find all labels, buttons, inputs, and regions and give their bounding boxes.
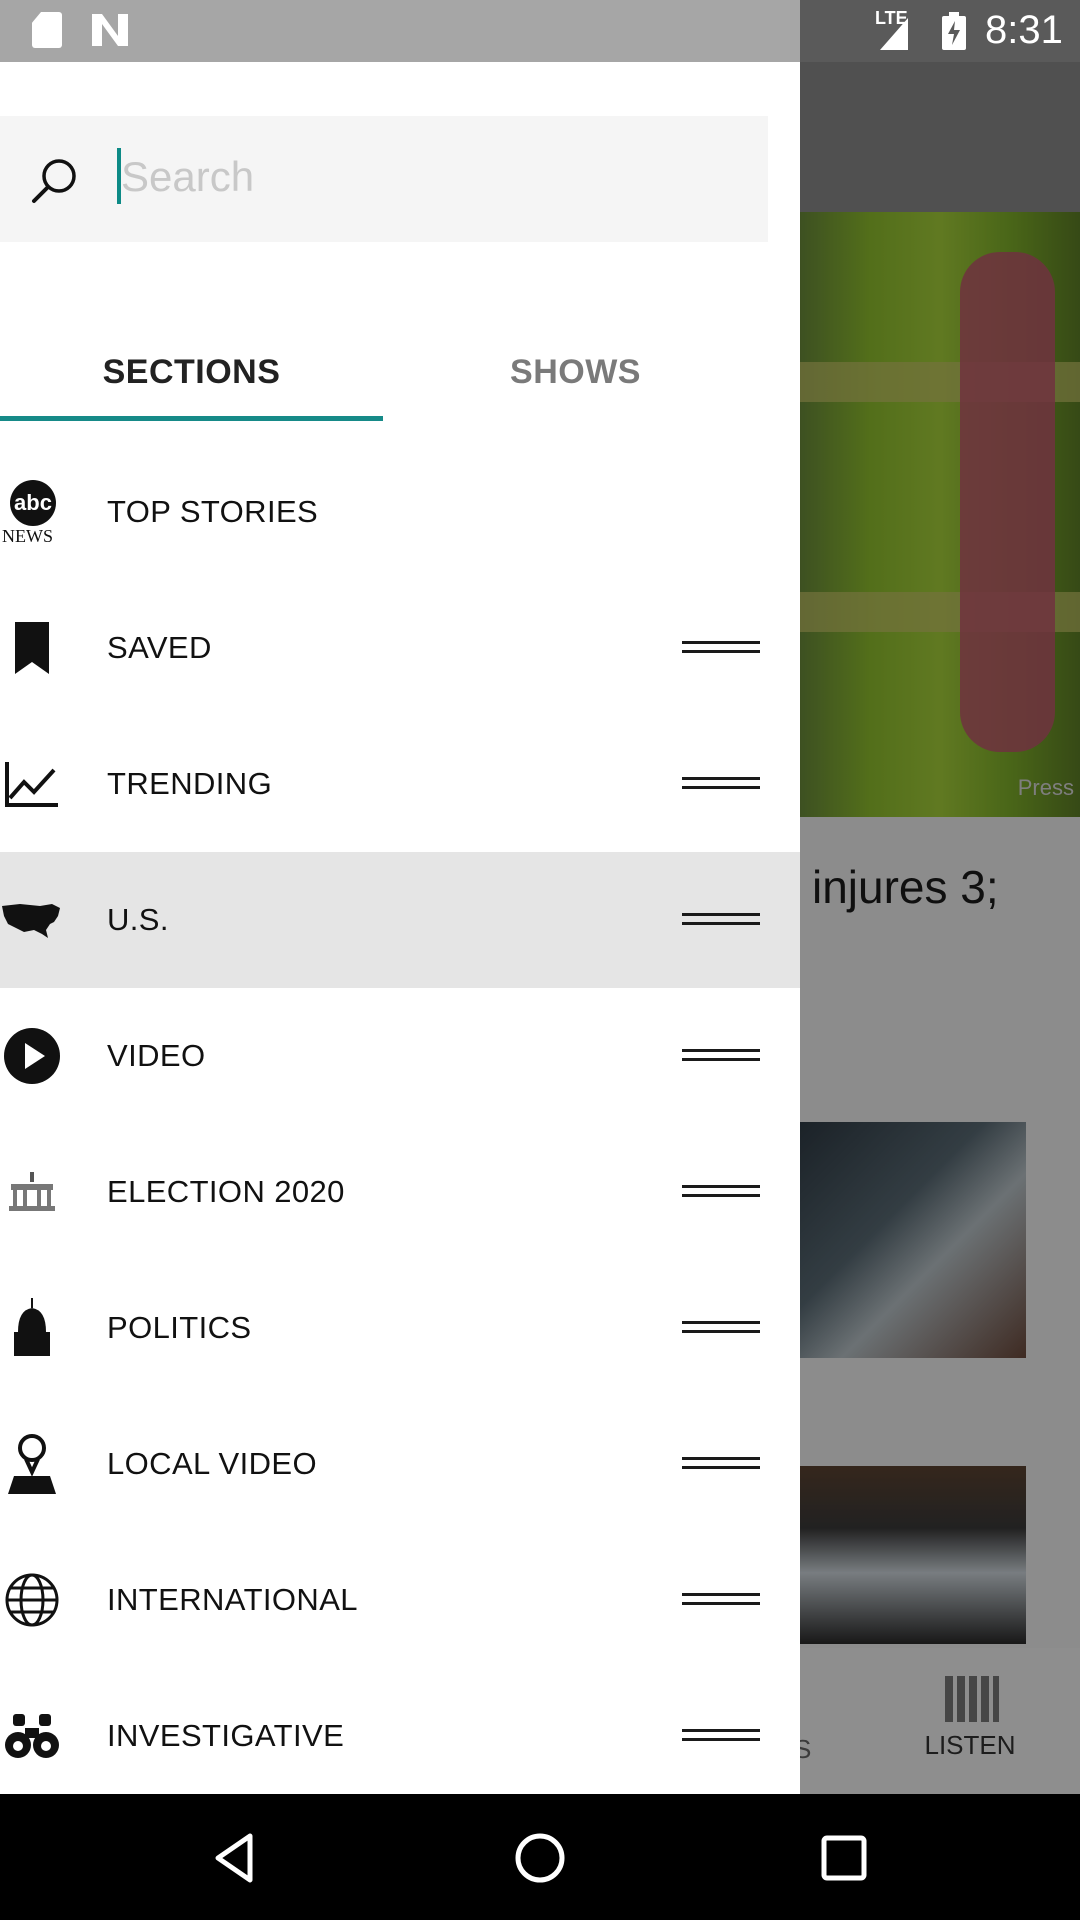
drawer-tabs: SECTIONS SHOWS	[0, 322, 768, 424]
n-notification-icon	[92, 14, 128, 46]
tab-sections[interactable]: SECTIONS	[0, 322, 383, 422]
section-item-us[interactable]: U.S.	[0, 852, 800, 988]
section-item-trending[interactable]: TRENDING	[0, 716, 800, 852]
abc-logo-word: NEWS	[2, 526, 53, 546]
status-bar: LTE 8:31	[0, 0, 1080, 62]
capitol-dome-icon	[0, 1294, 64, 1362]
navigation-drawer: SECTIONS SHOWS abc NEWS TOP STORIES SAVE…	[0, 62, 800, 1794]
section-item-video[interactable]: VIDEO	[0, 988, 800, 1124]
trending-chart-icon	[0, 750, 64, 818]
binoculars-icon	[0, 1702, 64, 1770]
section-label: POLITICS	[107, 1310, 252, 1345]
section-item-saved[interactable]: SAVED	[0, 580, 800, 716]
tab-shows[interactable]: SHOWS	[383, 322, 768, 422]
bookmark-icon	[0, 614, 64, 682]
section-item-election-2020[interactable]: ELECTION 2020	[0, 1124, 800, 1260]
section-label: INVESTIGATIVE	[107, 1718, 345, 1753]
section-item-investigative[interactable]: INVESTIGATIVE	[0, 1668, 800, 1794]
us-map-icon	[0, 886, 64, 954]
drag-handle-icon[interactable]	[682, 775, 760, 791]
battery-charging-icon	[942, 12, 966, 50]
section-label: SAVED	[107, 630, 212, 665]
home-icon[interactable]	[510, 1828, 570, 1888]
drag-handle-icon[interactable]	[682, 911, 760, 927]
section-item-international[interactable]: INTERNATIONAL	[0, 1532, 800, 1668]
section-item-politics[interactable]: POLITICS	[0, 1260, 800, 1396]
section-label: VIDEO	[107, 1038, 206, 1073]
drag-handle-icon[interactable]	[682, 1455, 760, 1471]
recents-icon[interactable]	[814, 1828, 874, 1888]
play-circle-icon	[0, 1022, 64, 1090]
globe-icon	[0, 1566, 64, 1634]
drag-handle-icon[interactable]	[682, 1727, 760, 1743]
section-label: LOCAL VIDEO	[107, 1446, 317, 1481]
back-icon[interactable]	[206, 1828, 266, 1888]
section-label: U.S.	[107, 902, 169, 937]
search-input[interactable]	[117, 142, 717, 212]
section-label: ELECTION 2020	[107, 1174, 345, 1209]
system-navigation-bar	[0, 1794, 1080, 1920]
abc-logo-mark: abc	[10, 480, 56, 526]
location-pin-icon	[0, 1430, 64, 1498]
search-bar[interactable]	[0, 116, 768, 242]
section-list: abc NEWS TOP STORIES SAVED TRENDING U.S.…	[0, 444, 800, 1794]
clock: 8:31	[985, 8, 1063, 52]
section-label: INTERNATIONAL	[107, 1582, 358, 1617]
drag-handle-icon[interactable]	[682, 1047, 760, 1063]
section-item-local-video[interactable]: LOCAL VIDEO	[0, 1396, 800, 1532]
drag-handle-icon[interactable]	[682, 1591, 760, 1607]
government-building-icon	[0, 1158, 64, 1226]
drag-handle-icon[interactable]	[682, 639, 760, 655]
signal-icon	[880, 18, 908, 50]
section-label: TRENDING	[107, 766, 273, 801]
drag-handle-icon[interactable]	[682, 1319, 760, 1335]
search-icon	[32, 159, 76, 203]
abc-news-logo: abc NEWS	[0, 478, 64, 546]
drag-handle-icon[interactable]	[682, 1183, 760, 1199]
tab-indicator	[0, 416, 383, 421]
section-item-top-stories[interactable]: abc NEWS TOP STORIES	[0, 444, 800, 580]
section-label: TOP STORIES	[107, 494, 319, 529]
